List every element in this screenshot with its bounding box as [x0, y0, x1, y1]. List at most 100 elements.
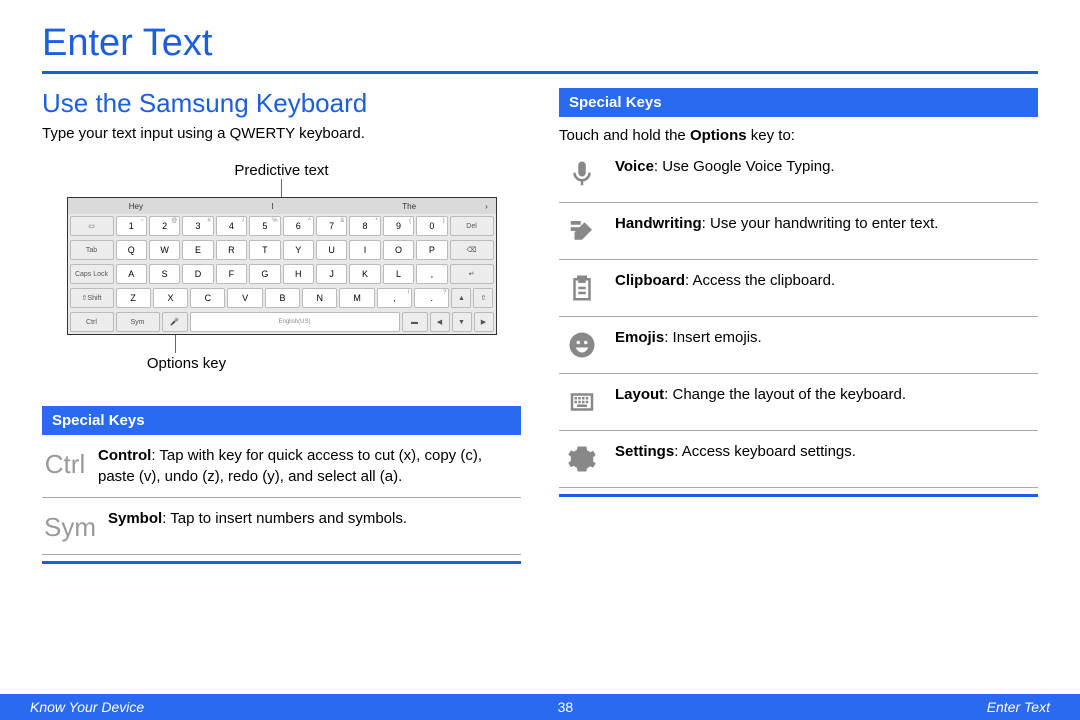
key-del: Del	[450, 216, 494, 236]
special-keys-bar-left: Special Keys	[42, 406, 521, 435]
item-desc: Layout: Change the layout of the keyboar…	[615, 384, 1036, 405]
keyboard-row-3: ⇧ Shift Z X C V B N M ,! .? ▲ ⇧	[68, 286, 496, 310]
list-item: Settings: Access keyboard settings.	[559, 431, 1038, 488]
key: J	[316, 264, 347, 284]
key-left-icon: ◀	[430, 312, 450, 332]
key: 1~	[116, 216, 147, 236]
handwriting-icon	[561, 213, 603, 249]
special-keys-list-left: Ctrl Control: Tap with key for quick acc…	[42, 435, 521, 555]
key: W	[149, 240, 180, 260]
list-item: Voice: Use Google Voice Typing.	[559, 146, 1038, 203]
emoji-icon	[561, 327, 603, 363]
mic-icon	[561, 156, 603, 192]
key-right-icon: ▶	[474, 312, 494, 332]
footer-right: Enter Text	[987, 699, 1050, 715]
keyboard-illustration: Hey I The › ▭ 1~ 2@ 3# 4/ 5% 6^ 7& 8* 9(…	[67, 197, 497, 335]
key: Y	[283, 240, 314, 260]
key-enter-icon: ↵	[450, 264, 494, 284]
callout-leader-top	[281, 179, 282, 197]
key: 3#	[182, 216, 213, 236]
key: F	[216, 264, 247, 284]
key: 4/	[216, 216, 247, 236]
key: N	[302, 288, 337, 308]
list-item: Handwriting: Use your handwriting to ent…	[559, 203, 1038, 260]
settings-icon	[561, 441, 603, 477]
item-desc: Emojis: Insert emojis.	[615, 327, 1036, 348]
key: E	[182, 240, 213, 260]
key: D	[182, 264, 213, 284]
item-desc: Control: Tap with key for quick access t…	[98, 445, 519, 487]
key: Z	[116, 288, 151, 308]
key: 8*	[349, 216, 380, 236]
footer-page-number: 38	[558, 699, 574, 715]
callout-predictive-text: Predictive text	[42, 162, 521, 179]
callout-leader-bottom	[175, 335, 176, 353]
key: L	[383, 264, 414, 284]
key: B	[265, 288, 300, 308]
key: I	[349, 240, 380, 260]
end-rule-right	[559, 494, 1038, 497]
key: V	[227, 288, 262, 308]
footer-left: Know Your Device	[30, 699, 144, 715]
key-shift: ⇧ Shift	[70, 288, 114, 308]
page-footer: Know Your Device 38 Enter Text	[0, 694, 1080, 720]
key: ,'	[416, 264, 447, 284]
key: O	[383, 240, 414, 260]
item-desc: Settings: Access keyboard settings.	[615, 441, 1036, 462]
left-column: Use the Samsung Keyboard Type your text …	[42, 88, 521, 564]
key-ctrl: Ctrl	[70, 312, 114, 332]
key: 2@	[149, 216, 180, 236]
key: Q	[116, 240, 147, 260]
key-options-mic-icon: 🎤	[162, 312, 188, 332]
keyboard-row-numbers: ▭ 1~ 2@ 3# 4/ 5% 6^ 7& 8* 9( 0) Del	[68, 214, 496, 238]
key: 0)	[416, 216, 447, 236]
callout-options-key: Options key	[0, 355, 521, 372]
key: T	[249, 240, 280, 260]
key: C	[190, 288, 225, 308]
key-hide-icon: ▬	[402, 312, 428, 332]
list-item: Layout: Change the layout of the keyboar…	[559, 374, 1038, 431]
key: 5%	[249, 216, 280, 236]
key-up-icon: ▲	[451, 288, 471, 308]
keyboard-row-bottom: Ctrl Sym 🎤 English(US) ▬ ◀ ▼ ▶	[68, 310, 496, 334]
key: 6^	[283, 216, 314, 236]
item-desc: Clipboard: Access the clipboard.	[615, 270, 1036, 291]
page-title: Enter Text	[42, 22, 1038, 65]
key-tab: Tab	[70, 240, 114, 260]
key-shift-icon: ⇧	[473, 288, 493, 308]
predictive-row: Hey I The ›	[68, 198, 496, 214]
key: M	[339, 288, 374, 308]
predict-word: I	[204, 202, 341, 211]
clipboard-icon	[561, 270, 603, 306]
section-heading-keyboard: Use the Samsung Keyboard	[42, 88, 521, 119]
key-backspace-icon: ⌫	[450, 240, 494, 260]
keyboard-row-2: Caps Lock A S D F G H J K L ,' ↵	[68, 262, 496, 286]
key: X	[153, 288, 188, 308]
key: 9(	[383, 216, 414, 236]
end-rule-left	[42, 561, 521, 564]
ctrl-key-icon: Ctrl	[44, 445, 86, 481]
predict-arrow-icon: ›	[478, 202, 496, 211]
options-list: Voice: Use Google Voice Typing. Handwrit…	[559, 146, 1038, 488]
keyboard-row-1: Tab Q W E R T Y U I O P ⌫	[68, 238, 496, 262]
columns: Use the Samsung Keyboard Type your text …	[42, 88, 1038, 564]
key: S	[149, 264, 180, 284]
key-sym: Sym	[116, 312, 160, 332]
list-item: Sym Symbol: Tap to insert numbers and sy…	[42, 498, 521, 555]
key: G	[249, 264, 280, 284]
key-down-icon: ▼	[452, 312, 472, 332]
item-desc: Handwriting: Use your handwriting to ent…	[615, 213, 1036, 234]
special-keys-bar-right: Special Keys	[559, 88, 1038, 117]
sym-key-icon: Sym	[44, 508, 96, 544]
list-item: Ctrl Control: Tap with key for quick acc…	[42, 435, 521, 498]
key: R	[216, 240, 247, 260]
layout-icon	[561, 384, 603, 420]
list-item: Clipboard: Access the clipboard.	[559, 260, 1038, 317]
predict-word: Hey	[68, 202, 205, 211]
item-desc: Symbol: Tap to insert numbers and symbol…	[108, 508, 519, 529]
key: H	[283, 264, 314, 284]
key: K	[349, 264, 380, 284]
key-img-icon: ▭	[70, 216, 114, 236]
item-desc: Voice: Use Google Voice Typing.	[615, 156, 1036, 177]
options-intro: Touch and hold the Options key to:	[559, 125, 1038, 146]
